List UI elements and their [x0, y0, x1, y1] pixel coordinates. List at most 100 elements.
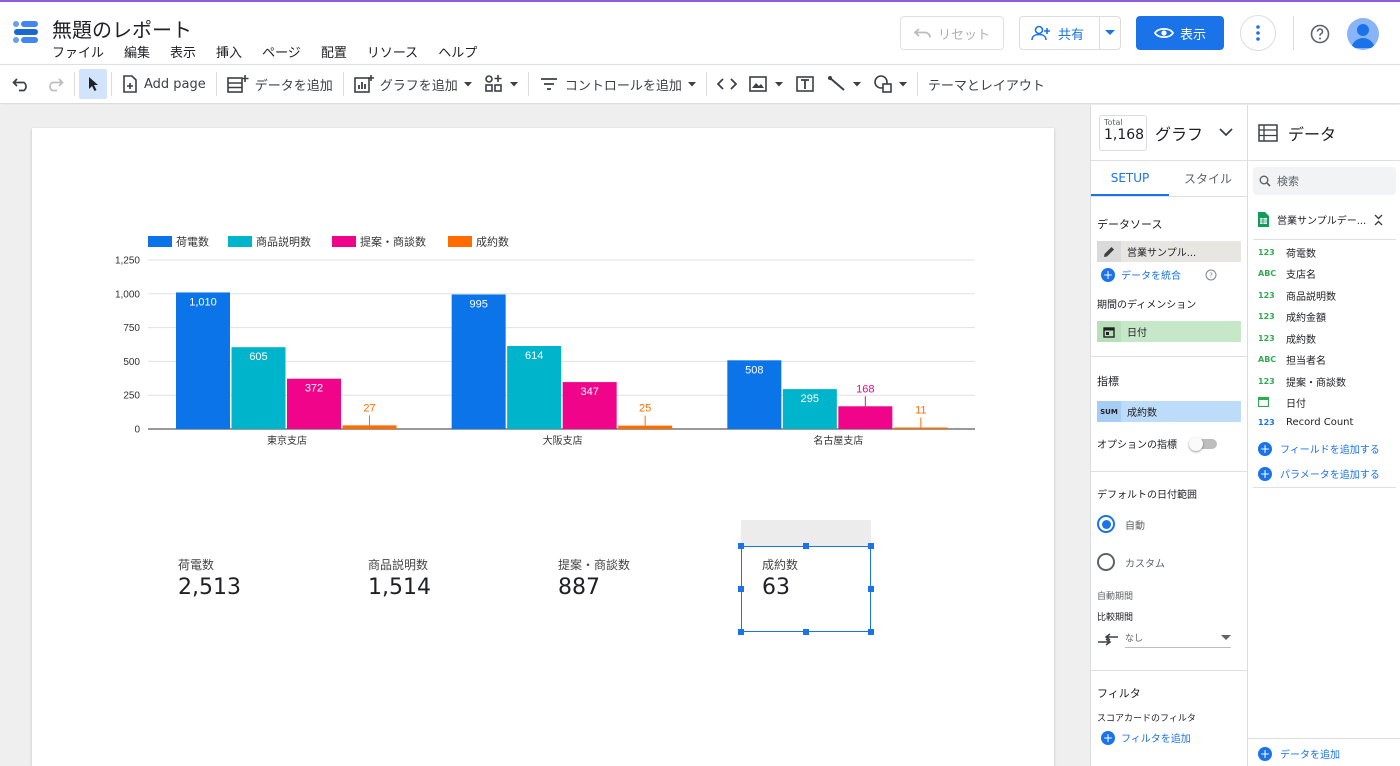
field-item[interactable]: 123 提案・商談数 — [1258, 374, 1346, 389]
add-data-link[interactable]: データを追加 — [1280, 746, 1340, 761]
radio-custom[interactable] — [1097, 553, 1115, 571]
period-dimension-chip[interactable]: 日付 — [1097, 321, 1241, 342]
radio-auto[interactable] — [1097, 515, 1115, 533]
optional-metric-label: オプションの指標 — [1097, 440, 1177, 451]
add-component-button[interactable] — [478, 69, 524, 99]
resize-handle[interactable] — [803, 543, 809, 549]
field-item[interactable]: 123 Record Count — [1258, 417, 1353, 428]
menu-page[interactable]: ページ — [262, 42, 301, 61]
report-title[interactable]: 無題のレポート — [52, 14, 192, 43]
add-page-button[interactable]: Add page — [116, 69, 212, 99]
share-button[interactable]: 共有 — [1019, 16, 1121, 50]
datasource-row[interactable]: 営業サンプルデー... — [1258, 212, 1383, 227]
field-name: 日付 — [1286, 399, 1306, 410]
props-title: グラフ — [1155, 124, 1204, 144]
field-item[interactable]: 123 商品説明数 — [1258, 288, 1336, 303]
menu-help[interactable]: ヘルプ — [438, 42, 477, 61]
field-item[interactable]: 123 成約数 — [1258, 331, 1316, 346]
theme-layout-button[interactable]: テーマとレイアウト — [922, 69, 1051, 99]
text-box-icon[interactable] — [789, 69, 821, 99]
more-options-icon[interactable] — [1240, 15, 1276, 51]
add-field-link[interactable]: フィールドを追加する — [1280, 441, 1380, 456]
collapse-icon[interactable] — [1374, 214, 1383, 226]
resize-handle[interactable] — [868, 629, 874, 635]
compare-period-select[interactable]: なし — [1091, 623, 1247, 648]
add-control-button[interactable]: コントロールを追加 — [533, 69, 702, 99]
menu-view[interactable]: 表示 — [170, 42, 196, 61]
add-filter-row[interactable]: + フィルタを追加 — [1091, 724, 1247, 745]
shape-icon[interactable] — [867, 69, 913, 99]
user-avatar[interactable] — [1347, 18, 1379, 50]
tab-setup[interactable]: SETUP — [1091, 161, 1169, 196]
menu-file[interactable]: ファイル — [52, 42, 104, 61]
resize-handle[interactable] — [738, 629, 744, 635]
x-tick-label: 大阪支店 — [543, 434, 583, 447]
view-button[interactable]: 表示 — [1136, 16, 1224, 50]
pencil-icon[interactable] — [1097, 241, 1121, 262]
help-icon[interactable] — [1306, 20, 1334, 48]
select-pointer-icon[interactable] — [79, 69, 107, 99]
chevron-down-icon[interactable] — [1219, 128, 1233, 137]
field-search-input[interactable]: 検索 — [1253, 167, 1396, 195]
divider — [1253, 239, 1396, 240]
report-page[interactable]: 0 250 500 750 1,000 1,250 荷電数 商品説明数 提案・商談数 成約数 1,0… — [32, 128, 1054, 766]
add-page-icon — [123, 75, 137, 93]
help-circle-icon[interactable]: ? — [1205, 269, 1217, 281]
menu-edit[interactable]: 編集 — [124, 42, 150, 61]
share-main[interactable]: 共有 — [1020, 17, 1101, 49]
field-item[interactable]: 日付 — [1257, 395, 1306, 410]
resize-handle[interactable] — [868, 543, 874, 549]
field-item[interactable]: ABC 担当者名 — [1258, 352, 1326, 367]
code-embed-icon[interactable] — [711, 69, 743, 99]
looker-studio-logo-icon[interactable] — [12, 18, 40, 46]
field-item[interactable]: 123 成約金額 — [1258, 309, 1326, 324]
add-filter-link[interactable]: フィルタを追加 — [1121, 730, 1191, 745]
line-icon[interactable] — [821, 69, 867, 99]
resize-handle[interactable] — [738, 586, 744, 592]
blend-data-link[interactable]: データを統合 — [1121, 267, 1181, 282]
blend-data-row[interactable]: + データを統合 ? — [1091, 262, 1247, 282]
resize-handle[interactable] — [803, 629, 809, 635]
resize-handle[interactable] — [868, 586, 874, 592]
field-item[interactable]: 123 荷電数 — [1258, 245, 1316, 260]
selection-frame[interactable] — [741, 546, 871, 632]
menu-arrange[interactable]: 配置 — [321, 42, 347, 61]
redo-icon[interactable] — [38, 69, 70, 99]
add-param-link[interactable]: パラメータを追加する — [1280, 466, 1380, 481]
metric-name: 成約数 — [1121, 401, 1241, 422]
auto-radio-row[interactable]: 自動 — [1091, 501, 1247, 533]
tab-style[interactable]: スタイル — [1169, 161, 1247, 196]
optional-metric-toggle[interactable] — [1189, 436, 1217, 451]
share-dropdown-icon[interactable] — [1100, 30, 1120, 36]
add-param-row[interactable]: + パラメータを追加する — [1258, 466, 1380, 481]
scorecard-calls[interactable]: 荷電数 2,513 — [178, 556, 241, 600]
legend-label: 商品説明数 — [256, 235, 311, 249]
divider — [1248, 738, 1400, 739]
resize-handle[interactable] — [738, 543, 744, 549]
chart-type-thumbnail[interactable]: Total 1,168 — [1099, 114, 1147, 151]
data-label: 295 — [801, 393, 819, 405]
add-chart-label: グラフを追加 — [379, 78, 458, 94]
metric-chip[interactable]: SUM 成約数 — [1097, 401, 1241, 422]
add-field-row[interactable]: + フィールドを追加する — [1258, 441, 1380, 456]
custom-radio-row[interactable]: カスタム — [1091, 533, 1247, 571]
reset-button[interactable]: リセット — [900, 16, 1004, 50]
data-label: 11 — [915, 405, 926, 417]
add-data-button[interactable]: データを追加 — [221, 69, 339, 99]
datasource-chip[interactable]: 営業サンプル... — [1097, 241, 1241, 262]
header-divider — [1293, 16, 1294, 50]
add-chart-button[interactable]: グラフを追加 — [348, 69, 478, 99]
bar-chart[interactable]: 0 250 500 750 1,000 1,250 荷電数 商品説明数 提案・商談数 成約数 1,0… — [32, 128, 1054, 468]
image-icon[interactable] — [743, 69, 789, 99]
data-label: 372 — [305, 383, 323, 395]
menu-resource[interactable]: リソース — [367, 42, 418, 61]
undo-icon[interactable] — [6, 69, 38, 99]
metric-aggregation[interactable]: SUM — [1097, 401, 1121, 422]
menu-insert[interactable]: 挿入 — [216, 42, 242, 61]
scorecard-proposals[interactable]: 提案・商談数 887 — [558, 556, 630, 600]
field-item[interactable]: ABC 支店名 — [1258, 266, 1316, 281]
filter-lines-icon — [540, 78, 557, 90]
add-data-row[interactable]: + データを追加 — [1258, 746, 1340, 761]
add-chart-icon — [353, 75, 374, 93]
scorecard-explanations[interactable]: 商品説明数 1,514 — [368, 556, 431, 600]
